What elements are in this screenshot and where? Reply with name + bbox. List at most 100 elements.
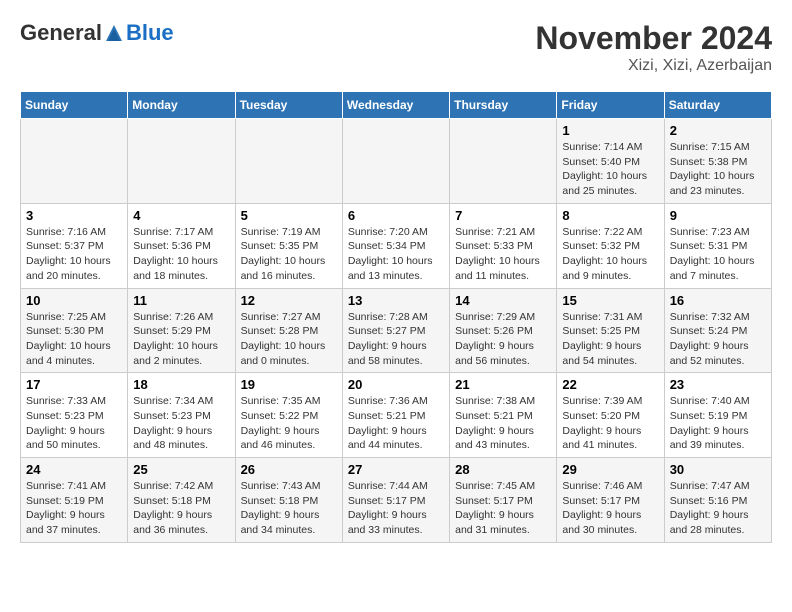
- day-info: Sunrise: 7:33 AMSunset: 5:23 PMDaylight:…: [26, 394, 122, 453]
- calendar-cell: 26 Sunrise: 7:43 AMSunset: 5:18 PMDayligh…: [235, 458, 342, 543]
- calendar-cell: 28 Sunrise: 7:45 AMSunset: 5:17 PMDayligh…: [450, 458, 557, 543]
- title-block: November 2024 Xizi, Xizi, Azerbaijan: [535, 20, 772, 75]
- day-info: Sunrise: 7:47 AMSunset: 5:16 PMDaylight:…: [670, 479, 766, 538]
- calendar-cell: 10 Sunrise: 7:25 AMSunset: 5:30 PMDayligh…: [21, 288, 128, 373]
- header-tuesday: Tuesday: [235, 92, 342, 119]
- day-number: 29: [562, 462, 658, 477]
- day-number: 21: [455, 377, 551, 392]
- calendar-cell: 22Sunrise: 7:39 AMSunset: 5:20 PMDayligh…: [557, 373, 664, 458]
- day-info: Sunrise: 7:32 AMSunset: 5:24 PMDaylight:…: [670, 310, 766, 369]
- day-info: Sunrise: 7:31 AMSunset: 5:25 PMDaylight:…: [562, 310, 658, 369]
- calendar-cell: 8 Sunrise: 7:22 AMSunset: 5:32 PMDaylight…: [557, 203, 664, 288]
- calendar-cell: 3Sunrise: 7:16 AMSunset: 5:37 PMDaylight…: [21, 203, 128, 288]
- calendar-cell: 2Sunrise: 7:15 AMSunset: 5:38 PMDaylight…: [664, 119, 771, 204]
- header-wednesday: Wednesday: [342, 92, 449, 119]
- page-header: General Blue November 2024 Xizi, Xizi, A…: [20, 20, 772, 75]
- day-number: 9: [670, 208, 766, 223]
- day-number: 13: [348, 293, 444, 308]
- calendar-week-row: 10 Sunrise: 7:25 AMSunset: 5:30 PMDayligh…: [21, 288, 772, 373]
- day-info: Sunrise: 7:22 AMSunset: 5:32 PMDaylight:…: [562, 225, 658, 284]
- day-number: 11: [133, 293, 229, 308]
- day-info: Sunrise: 7:45 AMSunset: 5:17 PMDaylight:…: [455, 479, 551, 538]
- day-number: 19: [241, 377, 337, 392]
- header-friday: Friday: [557, 92, 664, 119]
- calendar-cell: 27 Sunrise: 7:44 AMSunset: 5:17 PMDayligh…: [342, 458, 449, 543]
- day-info: Sunrise: 7:38 AMSunset: 5:21 PMDaylight:…: [455, 394, 551, 453]
- day-info: Sunrise: 7:21 AMSunset: 5:33 PMDaylight:…: [455, 225, 551, 284]
- calendar-cell: 1 Sunrise: 7:14 AMSunset: 5:40 PMDaylight…: [557, 119, 664, 204]
- calendar-table: SundayMondayTuesdayWednesdayThursdayFrid…: [20, 91, 772, 543]
- day-number: 6: [348, 208, 444, 223]
- day-number: 25: [133, 462, 229, 477]
- calendar-header-row: SundayMondayTuesdayWednesdayThursdayFrid…: [21, 92, 772, 119]
- calendar-cell: 23Sunrise: 7:40 AMSunset: 5:19 PMDayligh…: [664, 373, 771, 458]
- day-number: 14: [455, 293, 551, 308]
- calendar-cell: 16 Sunrise: 7:32 AMSunset: 5:24 PMDayligh…: [664, 288, 771, 373]
- day-info: Sunrise: 7:23 AMSunset: 5:31 PMDaylight:…: [670, 225, 766, 284]
- day-info: Sunrise: 7:34 AMSunset: 5:23 PMDaylight:…: [133, 394, 229, 453]
- calendar-cell: 20 Sunrise: 7:36 AMSunset: 5:21 PMDayligh…: [342, 373, 449, 458]
- day-number: 1: [562, 123, 658, 138]
- day-number: 10: [26, 293, 122, 308]
- header-thursday: Thursday: [450, 92, 557, 119]
- day-info: Sunrise: 7:43 AMSunset: 5:18 PMDaylight:…: [241, 479, 337, 538]
- calendar-week-row: 3Sunrise: 7:16 AMSunset: 5:37 PMDaylight…: [21, 203, 772, 288]
- day-info: Sunrise: 7:20 AMSunset: 5:34 PMDaylight:…: [348, 225, 444, 284]
- day-info: Sunrise: 7:36 AMSunset: 5:21 PMDaylight:…: [348, 394, 444, 453]
- day-number: 17: [26, 377, 122, 392]
- day-info: Sunrise: 7:44 AMSunset: 5:17 PMDaylight:…: [348, 479, 444, 538]
- page-subtitle: Xizi, Xizi, Azerbaijan: [535, 57, 772, 75]
- calendar-week-row: 24Sunrise: 7:41 AMSunset: 5:19 PMDayligh…: [21, 458, 772, 543]
- calendar-cell: [128, 119, 235, 204]
- day-info: Sunrise: 7:40 AMSunset: 5:19 PMDaylight:…: [670, 394, 766, 453]
- day-number: 8: [562, 208, 658, 223]
- calendar-cell: 6 Sunrise: 7:20 AMSunset: 5:34 PMDaylight…: [342, 203, 449, 288]
- day-info: Sunrise: 7:16 AMSunset: 5:37 PMDaylight:…: [26, 225, 122, 284]
- day-info: Sunrise: 7:41 AMSunset: 5:19 PMDaylight:…: [26, 479, 122, 538]
- day-number: 18: [133, 377, 229, 392]
- logo-blue: Blue: [126, 20, 174, 46]
- day-number: 28: [455, 462, 551, 477]
- calendar-cell: 18 Sunrise: 7:34 AMSunset: 5:23 PMDayligh…: [128, 373, 235, 458]
- calendar-cell: 24Sunrise: 7:41 AMSunset: 5:19 PMDayligh…: [21, 458, 128, 543]
- day-number: 16: [670, 293, 766, 308]
- day-info: Sunrise: 7:28 AMSunset: 5:27 PMDaylight:…: [348, 310, 444, 369]
- day-number: 20: [348, 377, 444, 392]
- day-info: Sunrise: 7:26 AMSunset: 5:29 PMDaylight:…: [133, 310, 229, 369]
- header-saturday: Saturday: [664, 92, 771, 119]
- day-number: 22: [562, 377, 658, 392]
- calendar-cell: 29 Sunrise: 7:46 AMSunset: 5:17 PMDayligh…: [557, 458, 664, 543]
- day-number: 27: [348, 462, 444, 477]
- day-number: 12: [241, 293, 337, 308]
- day-info: Sunrise: 7:42 AMSunset: 5:18 PMDaylight:…: [133, 479, 229, 538]
- calendar-cell: 15Sunrise: 7:31 AMSunset: 5:25 PMDayligh…: [557, 288, 664, 373]
- day-info: Sunrise: 7:19 AMSunset: 5:35 PMDaylight:…: [241, 225, 337, 284]
- calendar-cell: [21, 119, 128, 204]
- logo-icon: [104, 23, 124, 43]
- day-number: 2: [670, 123, 766, 138]
- day-info: Sunrise: 7:46 AMSunset: 5:17 PMDaylight:…: [562, 479, 658, 538]
- day-number: 26: [241, 462, 337, 477]
- logo-general: General: [20, 20, 102, 46]
- header-monday: Monday: [128, 92, 235, 119]
- day-info: Sunrise: 7:25 AMSunset: 5:30 PMDaylight:…: [26, 310, 122, 369]
- day-number: 30: [670, 462, 766, 477]
- calendar-week-row: 1 Sunrise: 7:14 AMSunset: 5:40 PMDaylight…: [21, 119, 772, 204]
- calendar-cell: 12Sunrise: 7:27 AMSunset: 5:28 PMDayligh…: [235, 288, 342, 373]
- day-info: Sunrise: 7:35 AMSunset: 5:22 PMDaylight:…: [241, 394, 337, 453]
- calendar-cell: [235, 119, 342, 204]
- day-number: 5: [241, 208, 337, 223]
- calendar-cell: [450, 119, 557, 204]
- day-info: Sunrise: 7:14 AMSunset: 5:40 PMDaylight:…: [562, 140, 658, 199]
- calendar-cell: 4 Sunrise: 7:17 AMSunset: 5:36 PMDaylight…: [128, 203, 235, 288]
- calendar-cell: [342, 119, 449, 204]
- calendar-cell: 17 Sunrise: 7:33 AMSunset: 5:23 PMDayligh…: [21, 373, 128, 458]
- calendar-cell: 9 Sunrise: 7:23 AMSunset: 5:31 PMDaylight…: [664, 203, 771, 288]
- day-number: 4: [133, 208, 229, 223]
- calendar-cell: 21 Sunrise: 7:38 AMSunset: 5:21 PMDayligh…: [450, 373, 557, 458]
- page-title: November 2024: [535, 20, 772, 57]
- day-info: Sunrise: 7:17 AMSunset: 5:36 PMDaylight:…: [133, 225, 229, 284]
- calendar-cell: 5 Sunrise: 7:19 AMSunset: 5:35 PMDaylight…: [235, 203, 342, 288]
- calendar-cell: 19 Sunrise: 7:35 AMSunset: 5:22 PMDayligh…: [235, 373, 342, 458]
- calendar-week-row: 17 Sunrise: 7:33 AMSunset: 5:23 PMDayligh…: [21, 373, 772, 458]
